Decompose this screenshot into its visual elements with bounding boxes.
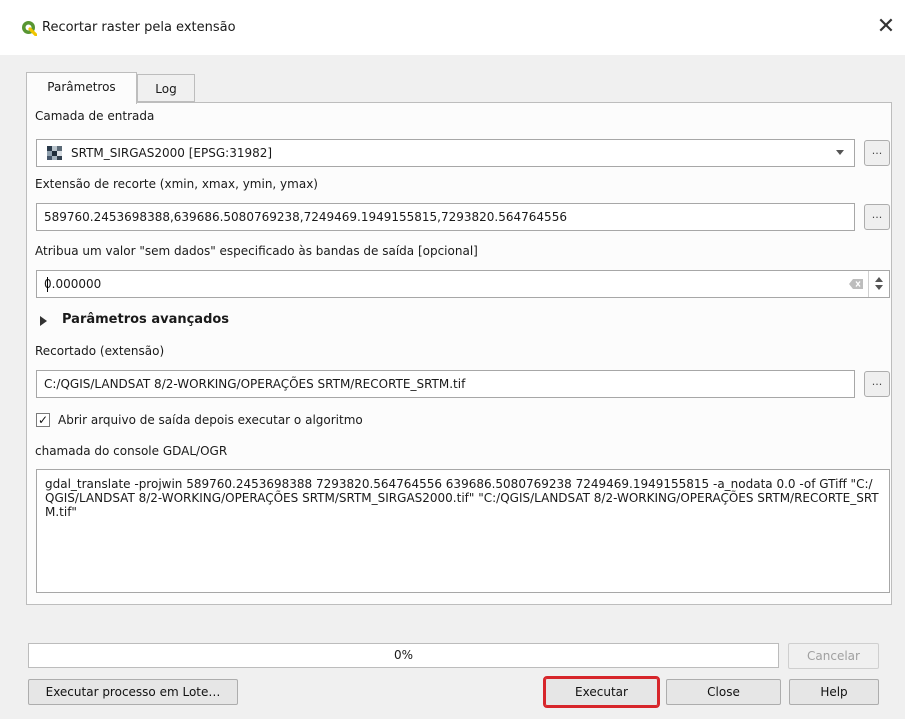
progress-bar: 0% — [28, 643, 779, 668]
console-command-textarea[interactable]: gdal_translate -projwin 589760.245369838… — [36, 469, 890, 593]
input-layer-value: SRTM_SIRGAS2000 [EPSG:31982] — [71, 146, 273, 160]
nodata-input[interactable]: 0.000000 — [36, 270, 890, 298]
console-label: chamada do console GDAL/OGR — [35, 444, 228, 458]
extent-label: Extensão de recorte (xmin, xmax, ymin, y… — [35, 177, 318, 191]
nodata-spinbox[interactable] — [868, 271, 889, 297]
expand-triangle-icon[interactable] — [40, 316, 47, 326]
close-button[interactable]: Close — [666, 679, 781, 705]
input-layer-combobox[interactable]: SRTM_SIRGAS2000 [EPSG:31982] — [36, 139, 855, 167]
input-layer-browse-button[interactable]: ... — [864, 140, 890, 166]
open-output-checkbox[interactable]: ✓ — [36, 413, 50, 427]
chevron-down-icon — [836, 150, 844, 155]
run-button[interactable]: Executar — [543, 676, 660, 708]
output-browse-button[interactable]: ... — [864, 371, 890, 397]
output-label: Recortado (extensão) — [35, 344, 165, 358]
tab-log[interactable]: Log — [137, 74, 195, 102]
qgis-logo-icon — [22, 21, 37, 36]
title-bar: Recortar raster pela extensão ✕ — [0, 0, 905, 55]
help-button[interactable]: Help — [789, 679, 879, 705]
extent-input[interactable]: 589760.2453698388,639686.5080769238,7249… — [36, 203, 855, 231]
output-file-input[interactable]: C:/QGIS/LANDSAT 8/2-WORKING/OPERAÇÕES SR… — [36, 370, 855, 398]
advanced-parameters-toggle[interactable]: Parâmetros avançados — [62, 312, 229, 327]
spin-down-icon[interactable] — [875, 285, 883, 290]
open-output-label: Abrir arquivo de saída depois executar o… — [58, 413, 363, 427]
input-layer-label: Camada de entrada — [35, 109, 155, 123]
clear-icon[interactable] — [849, 279, 863, 289]
tab-parameters[interactable]: Parâmetros — [26, 72, 137, 104]
raster-layer-icon — [47, 146, 62, 160]
close-icon[interactable]: ✕ — [872, 14, 900, 40]
batch-process-button[interactable]: Executar processo em Lote… — [28, 679, 238, 705]
extent-browse-button[interactable]: ... — [864, 204, 890, 230]
cancel-button[interactable]: Cancelar — [788, 643, 879, 669]
text-cursor — [47, 277, 48, 292]
nodata-value: 0.000000 — [44, 277, 102, 291]
window-title: Recortar raster pela extensão — [42, 20, 236, 35]
spin-up-icon[interactable] — [875, 277, 883, 282]
nodata-label: Atribua um valor "sem dados" especificad… — [35, 244, 478, 258]
